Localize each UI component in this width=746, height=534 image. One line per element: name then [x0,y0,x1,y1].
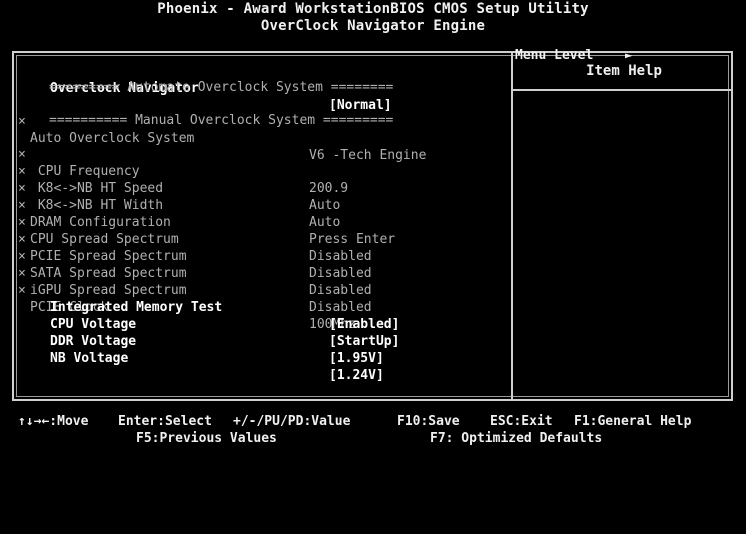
key-hint-save: F10:Save [397,414,460,429]
panel-divider [511,53,513,399]
setting-igpu-spread-spectrum: × iGPU Spread Spectrum Disabled [18,248,508,315]
setting-ddr-voltage[interactable]: DDR Voltage [1.95V] [38,316,508,366]
setting-nb-voltage[interactable]: NB Voltage [1.24V] [38,333,508,383]
disabled-mark-icon: × [18,283,26,298]
setting-k8-nb-ht-speed: × K8<->NB HT Speed Auto [18,146,508,213]
setting-value[interactable]: [1.24V] [329,367,384,384]
help-header-separator [513,89,731,91]
key-hint-move: ↑↓→←:Move [18,414,89,429]
setting-pcie-clock: × PCIE Clock 100Mhz [18,265,508,332]
section-separator-automate: ========= Automate Overclock System ====… [49,80,394,95]
disabled-mark-icon: × [18,114,26,129]
setting-overclock-navigator[interactable]: Overclock Navigator [Normal] [38,63,508,113]
setting-pcie-spread-spectrum: × PCIE Spread Spectrum Disabled [18,214,508,281]
bios-title: Phoenix - Award WorkstationBIOS CMOS Set… [157,1,589,17]
section-separator-manual: ========== Manual Overclock System =====… [49,113,394,128]
key-hint-value: +/-/PU/PD:Value [233,414,351,429]
menu-level-label: Menu Level [515,48,594,63]
key-hint-previous-values: F5:Previous Values [136,431,277,446]
settings-frame: Overclock Navigator [Normal] ========= A… [12,51,733,401]
setting-auto-overclock-system: × Auto Overclock System V6 -Tech Engine [18,96,508,163]
setting-cpu-spread-spectrum: × CPU Spread Spectrum Disabled [18,197,508,264]
key-hint-exit: ESC:Exit [490,414,553,429]
setting-label: NB Voltage [50,351,129,366]
key-hint-general-help: F1:General Help [574,414,692,429]
item-help-title: Item Help [586,63,662,79]
setting-value[interactable]: [1.95V] [329,350,384,367]
page-title: OverClock Navigator Engine [260,18,486,34]
footer-keys-line2: F5:Previous Values F7: Optimized Default… [18,431,746,491]
key-hint-select: Enter:Select [118,414,212,429]
key-hint-optimized-defaults: F7: Optimized Defaults [430,431,603,446]
setting-cpu-voltage[interactable]: CPU Voltage [StartUp] [38,299,508,349]
setting-sata-spread-spectrum: × SATA Spread Spectrum Disabled [18,231,508,298]
setting-k8-nb-ht-width: × K8<->NB HT Width Auto [18,163,508,230]
right-arrow-icon: ► [625,48,633,62]
setting-integrated-memory-test[interactable]: Integrated Memory Test [Enabled] [38,282,508,332]
bios-screen: Phoenix - Award WorkstationBIOS CMOS Set… [0,0,746,451]
setting-cpu-frequency: × CPU Frequency 200.9 [18,129,508,196]
setting-dram-configuration: × DRAM Configuration Press Enter [18,180,508,247]
